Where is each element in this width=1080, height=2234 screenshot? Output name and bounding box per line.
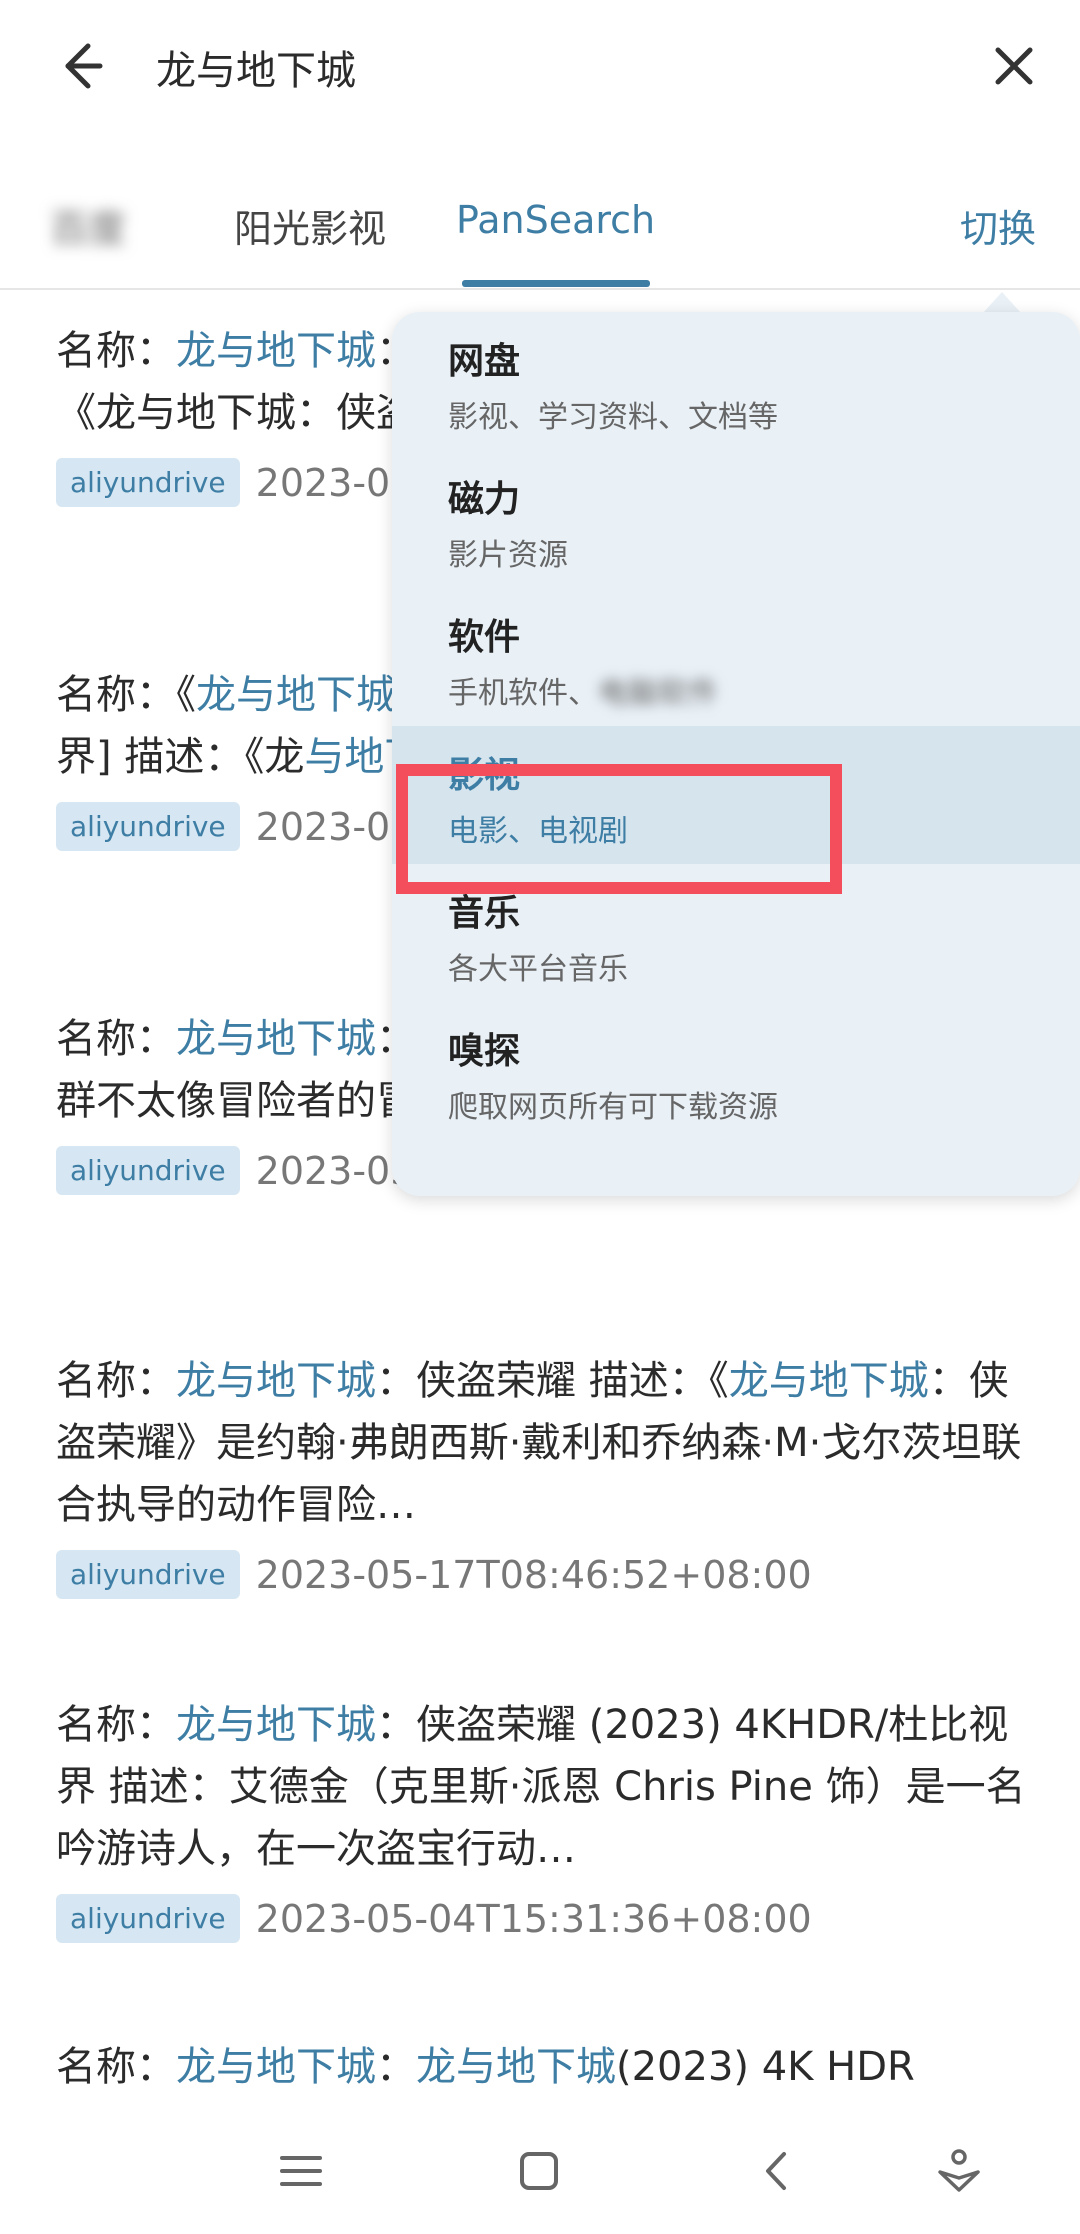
- tab-pansearch[interactable]: PanSearch: [456, 198, 655, 242]
- source-badge: aliyundrive: [56, 458, 240, 507]
- result-item[interactable]: 名称：龙与地下城：龙与地下城(2023) 4K HDR: [56, 2036, 1046, 2098]
- dropdown-item-title: 软件: [448, 617, 521, 658]
- highlight-box: [396, 764, 842, 894]
- keyword-highlight: 龙与地下城: [728, 1358, 929, 1404]
- keyword-highlight: 龙与地下城: [176, 1358, 376, 1404]
- result-text-part: (2023) 4K HDR: [616, 2044, 915, 2090]
- result-text-part: 名称：: [56, 1016, 176, 1062]
- result-item[interactable]: 名称：龙与地下城：侠盗荣耀 (2023) 4KHDR/杜比视界 描述：艾德金（克…: [56, 1694, 1046, 1943]
- close-icon[interactable]: [984, 36, 1044, 96]
- result-text-part: 名称：: [56, 328, 176, 374]
- keyword-highlight: 龙与地下城: [176, 328, 376, 374]
- result-date: 2023-05-04T15:31:36+08:00: [255, 1896, 812, 1941]
- dropdown-item-2[interactable]: 软件手机软件、电脑软件: [392, 588, 1080, 726]
- result-text: 名称：龙与地下城：侠盗荣耀 (2023) 4KHDR/杜比视界 描述：艾德金（克…: [56, 1694, 1046, 1880]
- page-title: 龙与地下城: [156, 48, 356, 94]
- source-tabs: 百度 阳光影视 PanSearch 切换: [0, 180, 1080, 290]
- source-badge: aliyundrive: [56, 1550, 240, 1599]
- source-badge: aliyundrive: [56, 1146, 240, 1195]
- keyword-highlight: 龙与地下城: [196, 672, 396, 718]
- source-badge: aliyundrive: [56, 1894, 240, 1943]
- result-text-part: ：侠盗荣耀 描述：《: [376, 1358, 729, 1404]
- back-icon[interactable]: [752, 2146, 802, 2196]
- keyword-highlight: 龙与地下城: [176, 2044, 376, 2090]
- dropdown-item-subtitle: 手机软件、电脑软件: [448, 676, 718, 711]
- dropdown-item-5[interactable]: 嗅探爬取网页所有可下载资源: [392, 1002, 1080, 1140]
- category-dropdown: 网盘 影视、学习资料、文档等 磁力 影片资源 软件 手机软件、电脑软件 影视 电影、电视剧 音乐…: [392, 312, 1080, 1196]
- back-arrow-icon[interactable]: [48, 36, 108, 96]
- result-item[interactable]: 名称：龙与地下城：侠盗荣耀 描述：《龙与地下城：侠盗荣耀》是约翰·弗朗西斯·戴利…: [56, 1350, 1046, 1599]
- result-text-part: 名称：《: [56, 672, 196, 718]
- result-meta: aliyundrive 2023-05-17T08:46:52+08:00: [56, 1550, 1046, 1599]
- app-header: 龙与地下城: [0, 0, 1080, 140]
- result-text: 名称：龙与地下城：龙与地下城(2023) 4K HDR: [56, 2036, 1046, 2098]
- dropdown-item-subtitle: 爬取网页所有可下载资源: [448, 1090, 778, 1125]
- dropdown-item-subtitle: 影片资源: [448, 538, 568, 573]
- active-tab-indicator: [462, 280, 650, 287]
- dropdown-item-0[interactable]: 网盘影视、学习资料、文档等: [392, 312, 1080, 450]
- blurred-text: 电脑软件: [598, 676, 718, 711]
- keyword-highlight: 龙与地下城: [176, 1702, 376, 1748]
- result-text-part: 名称：: [56, 1358, 176, 1404]
- dropdown-item-title: 网盘: [448, 341, 521, 382]
- system-nav-bar: [0, 2110, 1080, 2234]
- tabs-divider: [0, 288, 1080, 290]
- tab-blurred[interactable]: 百度: [50, 198, 126, 253]
- dropdown-item-1[interactable]: 磁力 影片资源: [392, 450, 1080, 588]
- keyword-highlight: 龙与地下城: [416, 2044, 616, 2090]
- keyword-highlight: 龙与地下城: [176, 1016, 376, 1062]
- menu-icon[interactable]: [276, 2146, 326, 2196]
- source-badge: aliyundrive: [56, 802, 240, 851]
- result-text-part: 名称：: [56, 1702, 176, 1748]
- dropdown-item-subtitle: 各大平台音乐: [448, 952, 628, 987]
- result-date: 2023-05-17T08:46:52+08:00: [255, 1552, 812, 1597]
- dropdown-item-title: 磁力: [448, 479, 521, 520]
- dropdown-item-title: 嗅探: [448, 1031, 521, 1072]
- dropdown-arrow: [982, 292, 1022, 314]
- switch-button[interactable]: 切换: [960, 198, 1036, 253]
- result-text-part: 名称：: [56, 2044, 176, 2090]
- result-text-part: ：: [376, 2044, 416, 2090]
- accessibility-icon[interactable]: [934, 2146, 984, 2196]
- home-icon[interactable]: [514, 2146, 564, 2196]
- dropdown-item-subtitle: 影视、学习资料、文档等: [448, 400, 778, 435]
- result-meta: aliyundrive 2023-05-04T15:31:36+08:00: [56, 1894, 1046, 1943]
- tab-sunshine-video[interactable]: 阳光影视: [234, 198, 386, 253]
- result-text: 名称：龙与地下城：侠盗荣耀 描述：《龙与地下城：侠盗荣耀》是约翰·弗朗西斯·戴利…: [56, 1350, 1046, 1536]
